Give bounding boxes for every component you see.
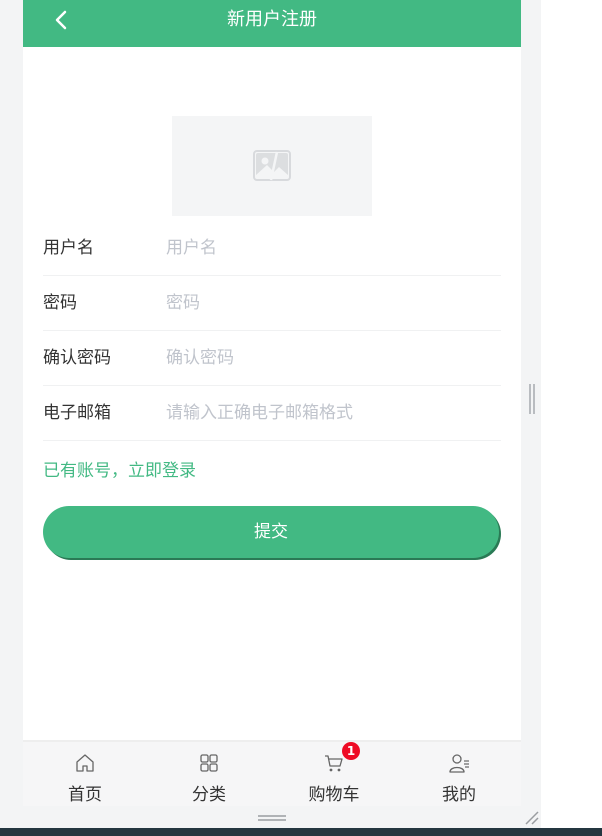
user-icon	[448, 752, 470, 774]
nav-bar: 新用户注册	[23, 0, 521, 47]
email-row: 电子邮箱	[43, 386, 501, 441]
vertical-resize-handle[interactable]	[529, 384, 535, 414]
username-label: 用户名	[43, 238, 94, 258]
tab-home-label: 首页	[68, 785, 102, 805]
tab-cart-label: 购物车	[308, 785, 360, 805]
password-row: 密码	[43, 276, 501, 331]
tab-mine[interactable]: 我的	[397, 742, 521, 806]
email-input[interactable]	[166, 398, 496, 428]
mobile-viewport: 新用户注册 用户名 密码 确认密码 电子邮箱 已有账号，立即登录 提交	[23, 0, 521, 806]
cart-icon	[323, 752, 345, 774]
password-label: 密码	[43, 293, 77, 313]
tab-cart[interactable]: 1 购物车	[272, 742, 396, 806]
confirm-password-row: 确认密码	[43, 331, 501, 386]
tab-mine-label: 我的	[442, 785, 476, 805]
confirm-password-label: 确认密码	[43, 348, 111, 368]
password-input[interactable]	[166, 288, 496, 318]
submit-button[interactable]: 提交	[43, 506, 499, 558]
confirm-password-input[interactable]	[166, 343, 496, 373]
corner-resize-icon[interactable]	[524, 810, 540, 826]
image-placeholder-icon	[253, 150, 291, 181]
tab-category[interactable]: 分类	[147, 742, 271, 806]
taskbar-strip	[0, 828, 602, 836]
home-icon	[74, 752, 96, 774]
username-row: 用户名	[43, 221, 501, 276]
cart-badge: 1	[342, 742, 360, 760]
page-title: 新用户注册	[227, 9, 317, 30]
tab-bar: 首页 分类 1 购物车 我的	[23, 740, 521, 806]
viewport-margin	[541, 0, 602, 836]
avatar-upload[interactable]	[172, 116, 372, 216]
login-link[interactable]: 已有账号，立即登录	[43, 458, 196, 484]
username-input[interactable]	[166, 233, 496, 263]
tab-category-label: 分类	[192, 785, 226, 805]
grid-icon	[198, 752, 220, 774]
email-label: 电子邮箱	[43, 403, 111, 423]
horizontal-resize-handle[interactable]	[258, 815, 286, 821]
tab-home[interactable]: 首页	[23, 742, 147, 806]
